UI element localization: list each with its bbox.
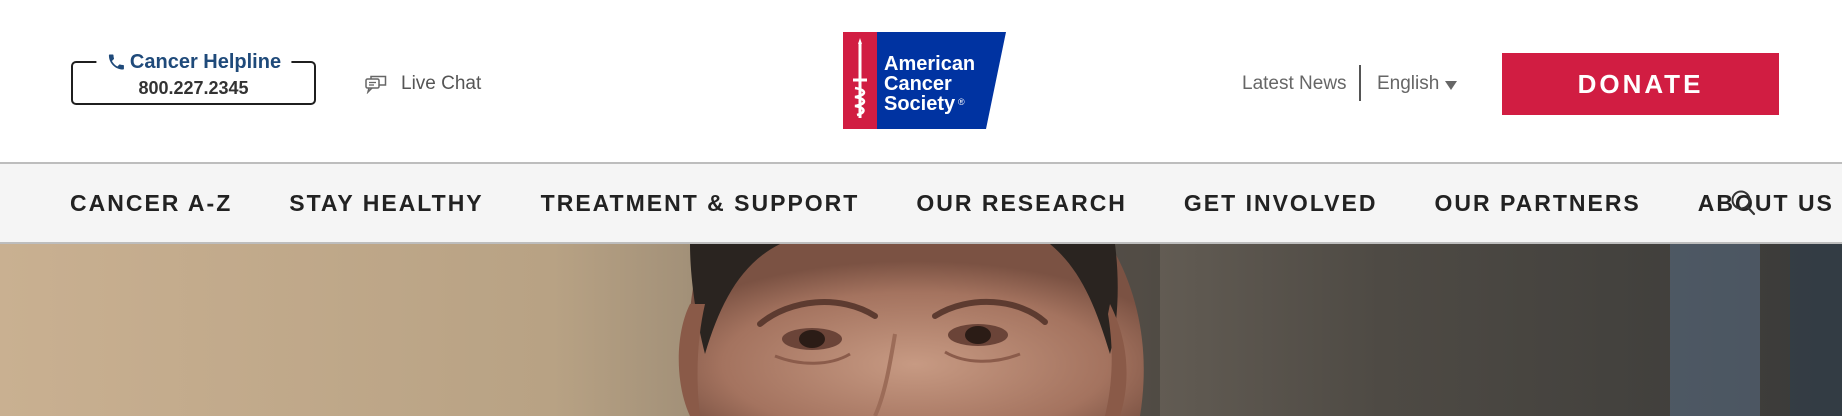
nav-item-our-research[interactable]: OUR RESEARCH xyxy=(916,190,1127,217)
main-navigation: CANCER A-Z STAY HEALTHY TREATMENT & SUPP… xyxy=(0,162,1842,244)
hero-image xyxy=(0,244,1842,416)
nav-link-our-partners[interactable]: OUR PARTNERS xyxy=(1434,190,1640,216)
nav-item-treatment-support[interactable]: TREATMENT & SUPPORT xyxy=(541,190,860,217)
utility-divider xyxy=(1359,65,1361,101)
logo-line-society: Society xyxy=(884,93,956,115)
language-selector[interactable]: English xyxy=(1377,72,1458,96)
language-label: English xyxy=(1377,73,1440,94)
nav-item-get-involved[interactable]: GET INVOLVED xyxy=(1184,190,1378,217)
nav-item-cancer-a-z[interactable]: CANCER A-Z xyxy=(70,190,232,217)
american-cancer-society-logo[interactable]: American Cancer Society ® xyxy=(843,32,1006,129)
nav-link-our-research[interactable]: OUR RESEARCH xyxy=(916,190,1127,216)
live-chat-label: Live Chat xyxy=(401,73,482,94)
nav-link-treatment-support[interactable]: TREATMENT & SUPPORT xyxy=(541,190,860,216)
top-header: Cancer Helpline 800.227.2345 Live Chat A… xyxy=(0,0,1842,162)
nav-link-cancer-a-z[interactable]: CANCER A-Z xyxy=(70,190,232,216)
nav-link-stay-healthy[interactable]: STAY HEALTHY xyxy=(289,190,483,216)
logo-line-american: American xyxy=(884,53,975,75)
helpline-title[interactable]: Cancer Helpline xyxy=(95,50,292,74)
latest-news-link[interactable]: Latest News xyxy=(1242,72,1347,96)
nav-link-about-us[interactable]: ABOUT US xyxy=(1698,190,1834,216)
live-chat-link[interactable]: Live Chat xyxy=(365,72,481,96)
caret-down-icon xyxy=(1445,80,1458,90)
chat-bubbles-icon xyxy=(365,75,387,94)
helpline-label: Cancer Helpline xyxy=(129,51,282,73)
helpline-phone-number[interactable]: 800.227.2345 xyxy=(73,77,314,99)
phone-icon xyxy=(108,54,124,70)
search-button[interactable] xyxy=(1728,188,1758,218)
cancer-helpline-box[interactable]: Cancer Helpline 800.227.2345 xyxy=(71,50,316,105)
nav-link-get-involved[interactable]: GET INVOLVED xyxy=(1184,190,1378,216)
donate-button[interactable]: DONATE xyxy=(1502,53,1779,115)
search-icon xyxy=(1731,190,1756,216)
logo-registered-mark: ® xyxy=(958,97,965,107)
logo-line-cancer: Cancer xyxy=(884,73,952,95)
nav-item-our-partners[interactable]: OUR PARTNERS xyxy=(1434,190,1640,217)
nav-item-about-us[interactable]: ABOUT US xyxy=(1698,190,1834,217)
nav-item-stay-healthy[interactable]: STAY HEALTHY xyxy=(289,190,483,217)
